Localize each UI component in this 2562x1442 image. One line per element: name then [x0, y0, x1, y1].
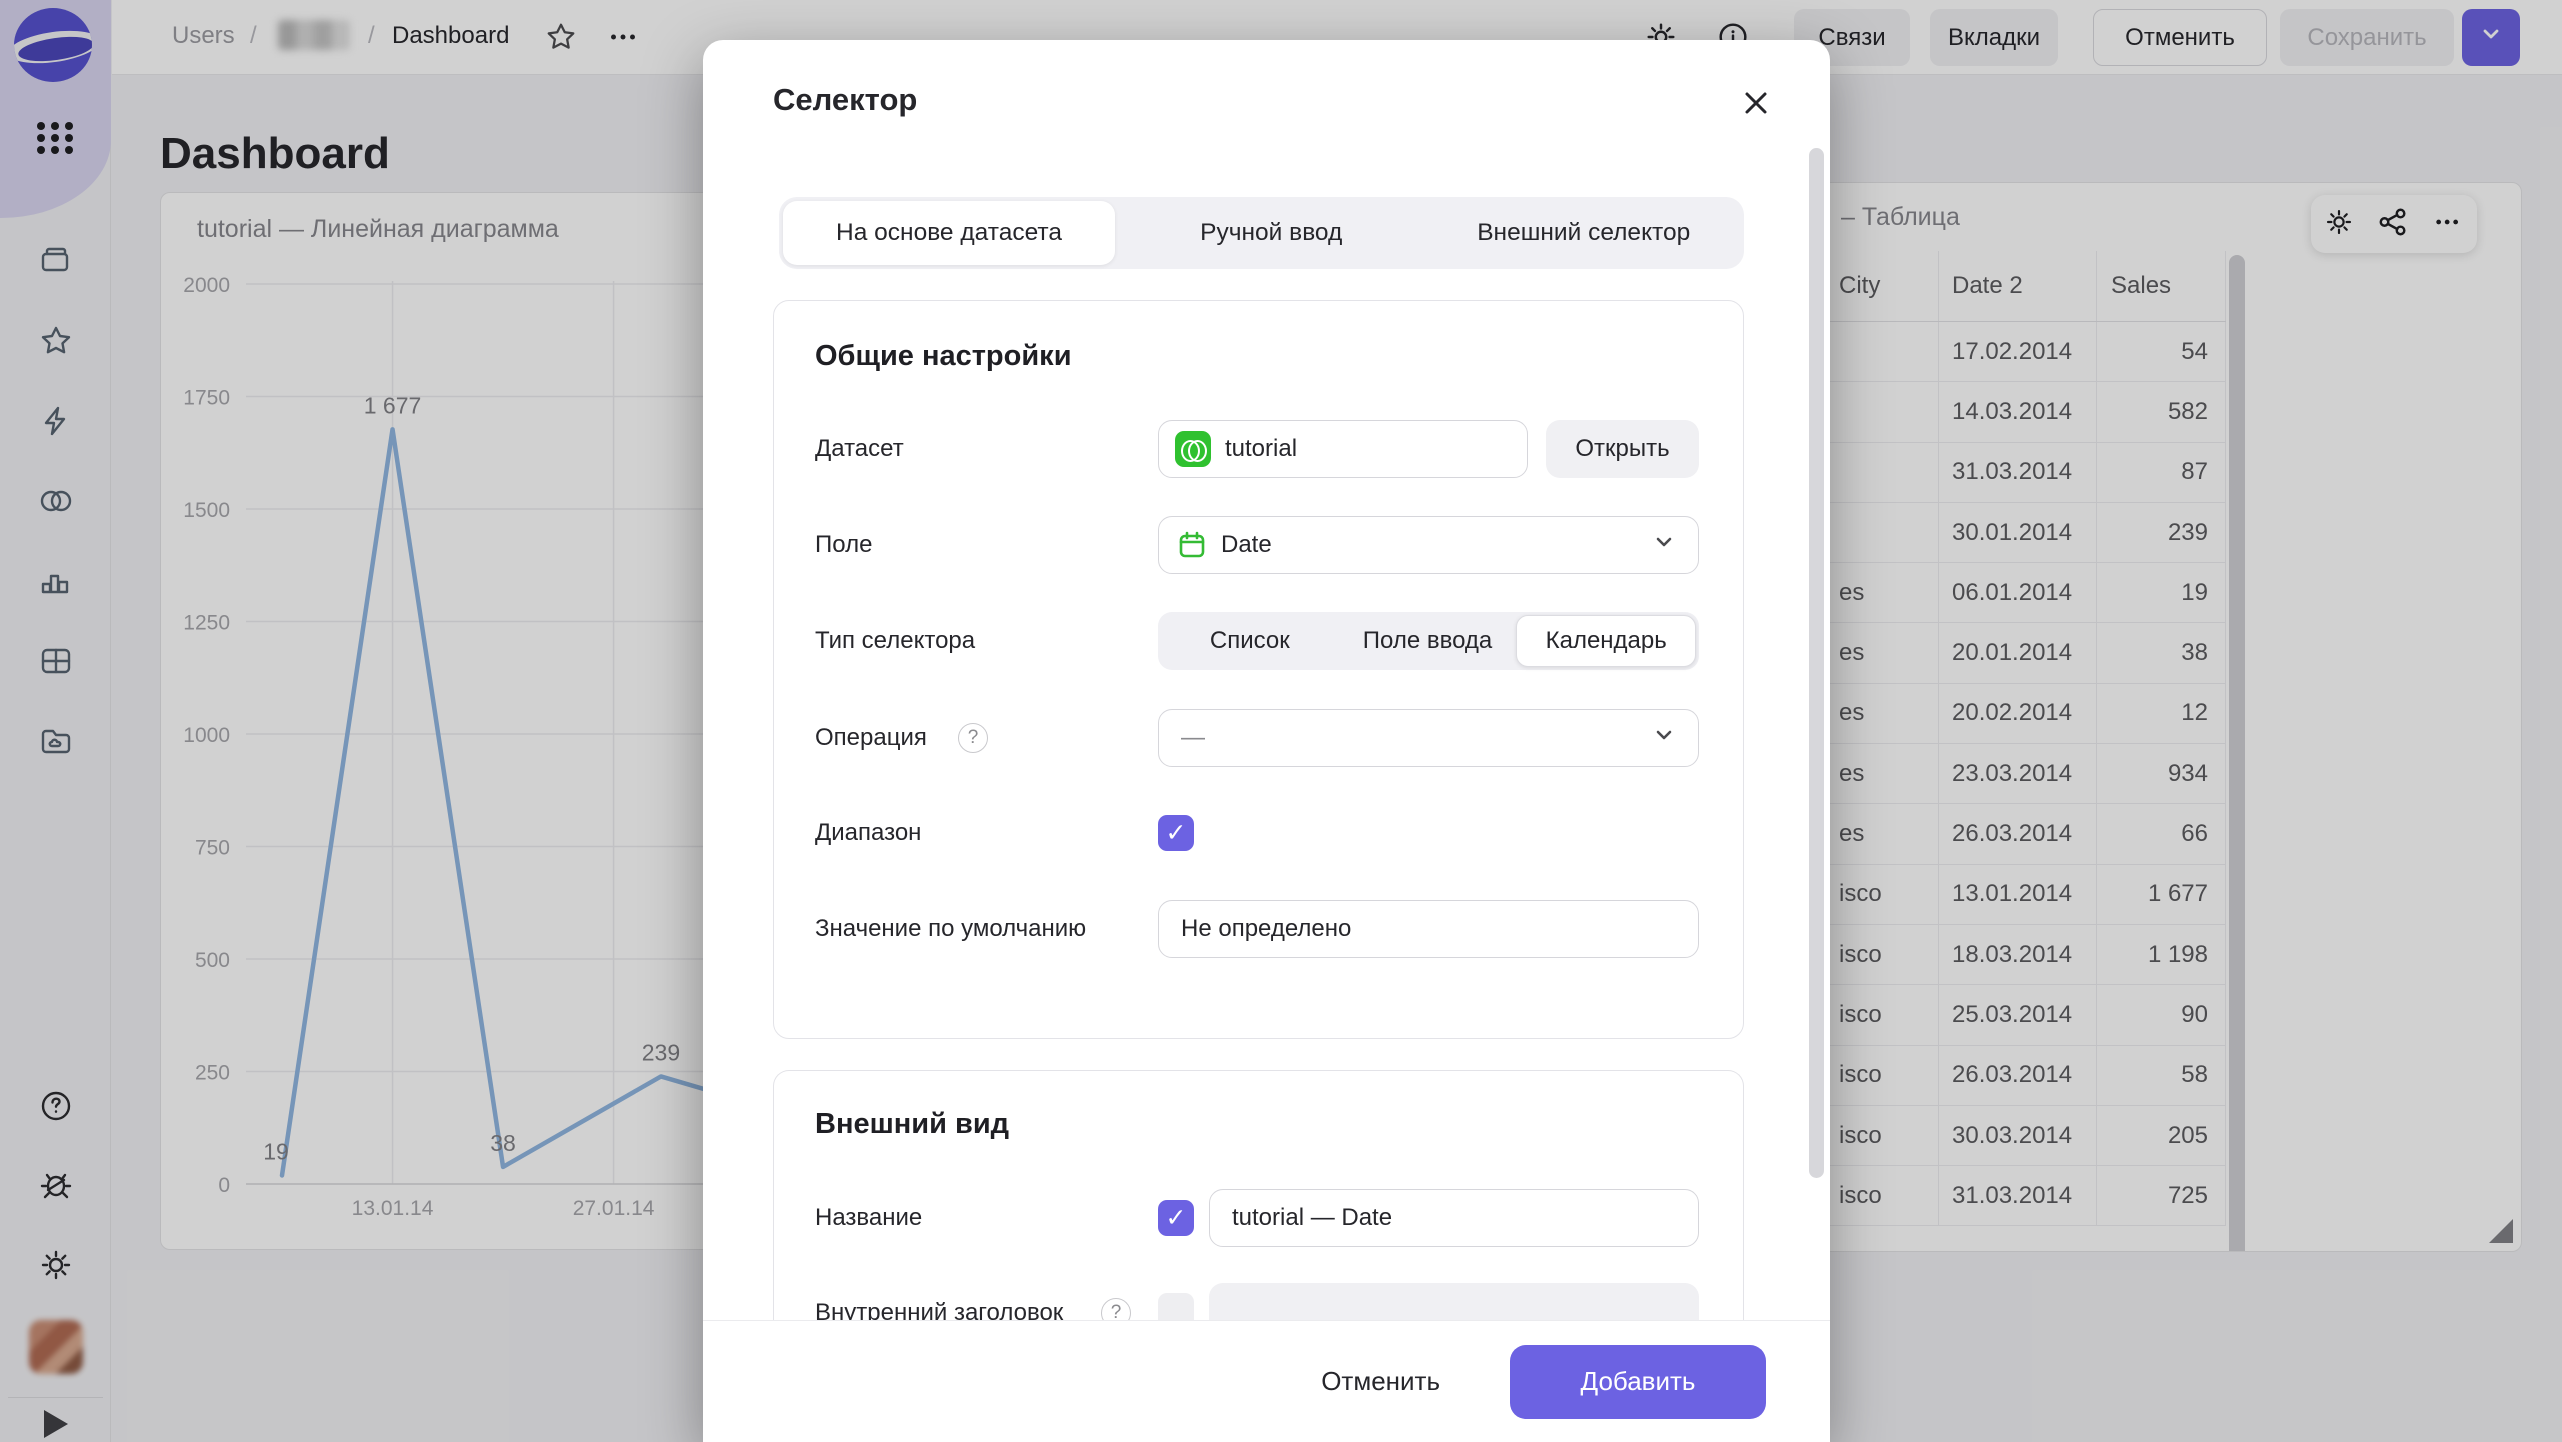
general-settings-heading: Общие настройки	[815, 340, 1072, 373]
default-value-label: Значение по умолчанию	[815, 900, 1086, 958]
inner-title-checkbox[interactable]	[1158, 1293, 1194, 1322]
field-select[interactable]: Date	[1158, 516, 1699, 574]
field-value: Date	[1221, 531, 1272, 559]
tab-dataset-based[interactable]: На основе датасета	[783, 201, 1115, 265]
date-field-calendar-icon	[1177, 530, 1207, 560]
title-checkbox[interactable]: ✓	[1158, 1200, 1194, 1236]
title-value: tutorial — Date	[1232, 1204, 1392, 1232]
field-label: Поле	[815, 516, 872, 574]
selector-type-switch: Список Поле ввода Календарь	[1158, 612, 1699, 670]
chevron-down-icon	[1652, 530, 1676, 561]
chevron-down-icon	[1652, 723, 1676, 754]
operation-select[interactable]: —	[1158, 709, 1699, 767]
dataset-icon	[1175, 431, 1211, 467]
operation-value: —	[1181, 724, 1205, 752]
selector-source-tabs: На основе датасета Ручной ввод Внешний с…	[779, 197, 1744, 269]
dialog-title: Селектор	[773, 82, 917, 118]
dialog-add-button[interactable]: Добавить	[1510, 1345, 1766, 1419]
range-label: Диапазон	[815, 804, 921, 862]
appearance-heading: Внешний вид	[815, 1108, 1009, 1141]
clipped-row: Внутренний заголовок ?	[703, 1280, 1803, 1322]
tab-manual-input[interactable]: Ручной ввод	[1115, 201, 1428, 265]
default-value: Не определено	[1181, 915, 1351, 943]
operation-label: Операция	[815, 709, 927, 767]
tab-external-selector[interactable]: Внешний селектор	[1428, 201, 1741, 265]
app-window: Users / / Dashboard Связи Вкладки Отмени…	[0, 0, 2562, 1442]
operation-help-icon[interactable]: ?	[958, 723, 988, 753]
inner-title-label: Внутренний заголовок	[815, 1284, 1063, 1322]
dataset-label: Датасет	[815, 420, 904, 478]
dialog-footer: Отменить Добавить	[703, 1320, 1830, 1442]
range-checkbox[interactable]: ✓	[1158, 815, 1194, 851]
title-row-label: Название	[815, 1189, 922, 1247]
type-option-input[interactable]: Поле ввода	[1339, 615, 1517, 667]
inner-title-input-disabled	[1209, 1283, 1699, 1322]
modal-scrollbar[interactable]	[1809, 148, 1824, 1178]
open-dataset-button[interactable]: Открыть	[1546, 420, 1699, 478]
close-icon[interactable]	[1733, 80, 1779, 126]
selector-type-label: Тип селектора	[815, 612, 975, 670]
dataset-field[interactable]: tutorial	[1158, 420, 1528, 478]
default-value-input[interactable]: Не определено	[1158, 900, 1699, 958]
dialog-cancel-button[interactable]: Отменить	[1315, 1365, 1446, 1398]
inner-title-help-icon[interactable]: ?	[1101, 1298, 1131, 1322]
type-option-list[interactable]: Список	[1161, 615, 1339, 667]
title-input[interactable]: tutorial — Date	[1209, 1189, 1699, 1247]
selector-dialog: Селектор На основе датасета Ручной ввод …	[703, 40, 1830, 1442]
type-option-calendar[interactable]: Календарь	[1516, 615, 1696, 667]
dataset-value: tutorial	[1225, 435, 1297, 463]
